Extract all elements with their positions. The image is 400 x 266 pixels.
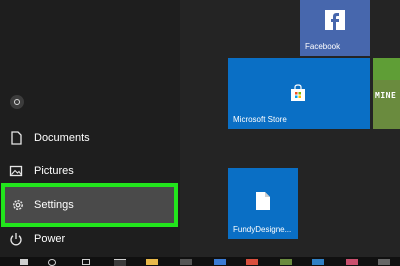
document-icon	[11, 131, 22, 145]
taskbar	[0, 257, 400, 266]
tile-facebook[interactable]: Facebook	[300, 0, 370, 56]
tile-fundy-designer[interactable]: FundyDesigne...	[228, 168, 298, 239]
menu-item-label: Documents	[34, 132, 90, 144]
search-icon[interactable]	[48, 259, 56, 266]
user-icon	[14, 99, 20, 105]
taskbar-app-icon[interactable]	[378, 259, 390, 265]
tile-microsoft-store[interactable]: Microsoft Store	[228, 58, 370, 129]
menu-item-power[interactable]: Power	[0, 225, 180, 253]
tile-label: FundyDesigne...	[233, 225, 292, 234]
taskbar-app-icon[interactable]	[346, 259, 358, 265]
taskbar-app-icon[interactable]	[180, 259, 192, 265]
picture-icon	[9, 165, 23, 177]
task-view-icon[interactable]	[82, 259, 90, 265]
user-avatar[interactable]	[10, 95, 24, 109]
shopping-bag-icon	[291, 84, 305, 101]
menu-item-documents[interactable]: Documents	[0, 124, 180, 152]
power-icon	[10, 233, 22, 246]
terminal-icon[interactable]	[114, 259, 126, 266]
taskbar-app-icon[interactable]	[246, 259, 258, 265]
facebook-icon	[325, 10, 345, 30]
menu-item-pictures[interactable]: Pictures	[0, 157, 180, 185]
gear-icon	[13, 200, 23, 210]
taskbar-app-icon[interactable]	[280, 259, 292, 265]
menu-item-label: Settings	[34, 199, 74, 211]
menu-item-label: Pictures	[34, 165, 74, 177]
taskbar-app-icon[interactable]	[312, 259, 324, 265]
tile-label: Microsoft Store	[233, 115, 287, 124]
file-icon	[256, 192, 270, 210]
tile-minecraft[interactable]: MINE	[373, 58, 400, 129]
tile-label: Facebook	[305, 42, 341, 51]
tile-label: MINE	[375, 91, 397, 100]
menu-item-settings[interactable]: Settings	[1, 183, 178, 227]
store-taskbar-icon[interactable]	[214, 259, 226, 265]
folder-icon[interactable]	[146, 259, 158, 265]
windows-icon[interactable]	[20, 259, 28, 265]
menu-item-label: Power	[34, 233, 66, 245]
minecraft-icon	[373, 58, 400, 80]
